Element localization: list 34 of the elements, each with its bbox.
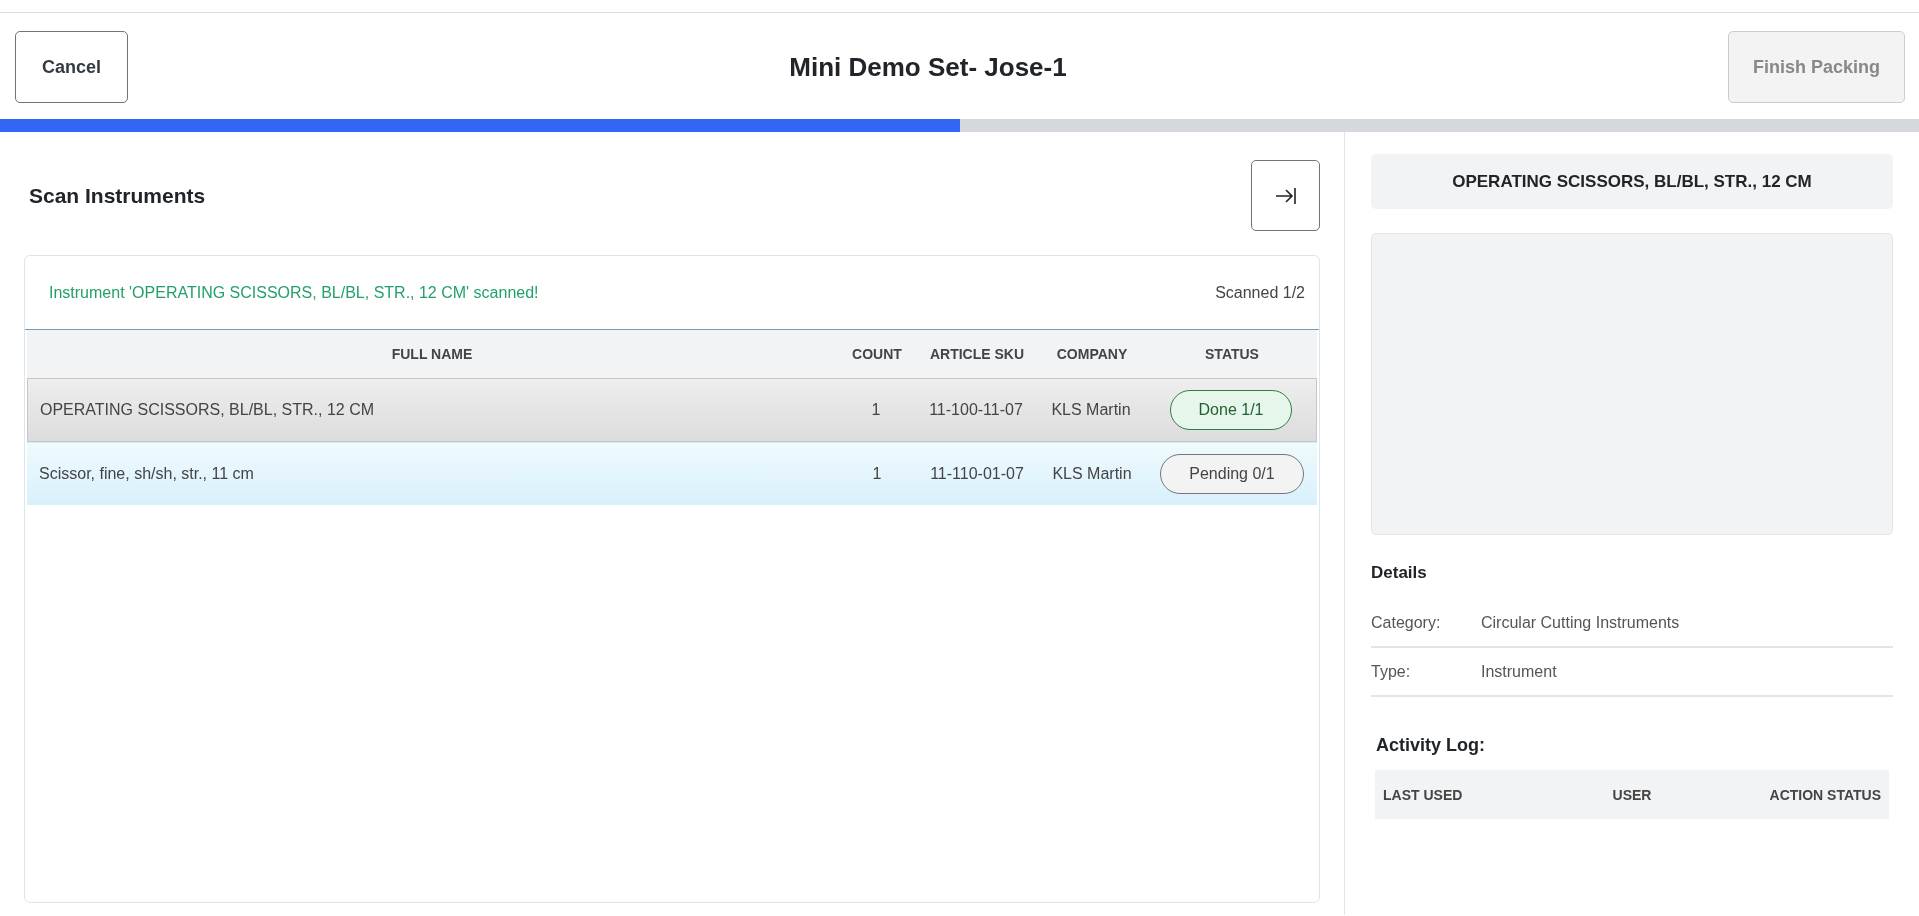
table-row[interactable]: Scissor, fine, sh/sh, str., 11 cm 1 11-110-01-07 KLS Martin Pending 0/1 <box>27 442 1317 505</box>
table-cell-text: 11-100-11-07 <box>928 401 1024 419</box>
details-heading: Details <box>1371 563 1428 583</box>
column-header: ACTION STATUS <box>1768 786 1881 803</box>
cancel-button[interactable]: Cancel <box>15 31 129 103</box>
detail-value: Instrument <box>1481 662 1557 681</box>
scan-message: Instrument 'OPERATING SCISSORS, BL/BL, STR., 12 CM' scanned! <box>49 283 539 302</box>
table-cell-text: OPERATING SCISSORS, BL/BL, STR., 12 CM <box>39 401 375 419</box>
column-header: COMPANY <box>1055 346 1129 362</box>
table-cell-text: 1 <box>871 465 883 483</box>
table-cell-text: Scissor, fine, sh/sh, str., 11 cm <box>38 465 255 483</box>
table-cell-text: KLS Martin <box>1050 401 1132 419</box>
column-header: STATUS <box>1204 346 1260 362</box>
table-cell-text: KLS Martin <box>1051 465 1133 483</box>
column-header: ARTICLE SKU <box>928 346 1026 362</box>
instrument-title: OPERATING SCISSORS, BL/BL, STR., 12 CM <box>1371 154 1893 209</box>
detail-label: Type: <box>1371 662 1412 681</box>
collapse-button[interactable] <box>1251 160 1320 231</box>
table-row[interactable]: OPERATING SCISSORS, BL/BL, STR., 12 CM 1 11-100-11-07 KLS Martin Done 1/1 <box>27 378 1317 442</box>
section-title: Scan Instruments <box>29 183 206 208</box>
column-header: FULL NAME <box>390 346 474 362</box>
column-header: COUNT <box>851 346 903 362</box>
column-header: LAST USED <box>1383 786 1464 803</box>
status-badge: Pending 0/1 <box>1160 454 1304 494</box>
arrow-to-line-icon <box>1274 185 1297 206</box>
table-cell-text: 11-110-01-07 <box>929 465 1025 483</box>
detail-value: Circular Cutting Instruments <box>1481 613 1680 632</box>
status-badge: Done 1/1 <box>1169 390 1293 430</box>
scanned-count: Scanned 1/2 <box>1215 283 1305 302</box>
detail-label: Category: <box>1371 613 1442 632</box>
column-header: USER <box>1611 786 1653 803</box>
activity-log-heading: Activity Log: <box>1376 735 1486 756</box>
table-cell-text: 1 <box>870 401 882 419</box>
page-title: Mini Demo Set- Jose-1 <box>789 51 1067 83</box>
